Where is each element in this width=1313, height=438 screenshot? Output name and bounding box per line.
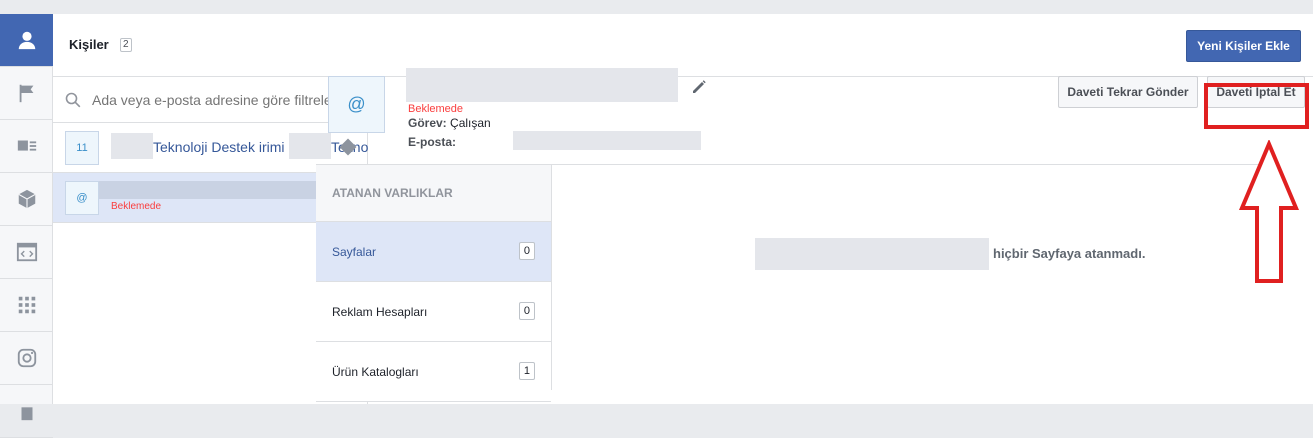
resend-invite-button[interactable]: Daveti Tekrar Gönder (1058, 76, 1198, 108)
add-people-button[interactable]: Yeni Kişiler Ekle (1186, 30, 1301, 62)
pencil-icon[interactable] (690, 78, 708, 96)
person-name: Teknoloji Destek irimi (153, 139, 285, 155)
asset-count: 0 (518, 242, 535, 260)
asset-item-pages[interactable]: Sayfalar 0 (316, 222, 551, 282)
instagram-icon (17, 348, 36, 368)
asset-item-ad-accounts[interactable]: Reklam Hesapları 0 (316, 282, 551, 342)
box-icon (17, 189, 36, 209)
asset-item-catalogs[interactable]: Ürün Katalogları 1 (316, 342, 551, 402)
sidebar-item-catalogs[interactable] (0, 173, 53, 226)
calendar-icon: 11 (65, 131, 99, 165)
pending-status: Beklemede (408, 103, 464, 115)
redacted-email (406, 68, 678, 102)
role-label: Görev: (408, 116, 447, 130)
role-value: Çalışan (450, 116, 491, 130)
person-icon (18, 31, 35, 50)
assigned-assets-panel: ATANAN VARLIKLAR Sayfalar 0 Reklam Hesap… (316, 165, 552, 402)
pending-status: Beklemede (111, 201, 162, 212)
grid-icon (18, 296, 35, 314)
person-detail-header: @ Beklemede Görev: Çalışan E-posta: Dave… (316, 64, 1305, 165)
flag-icon (19, 84, 33, 103)
ad-card-icon (17, 140, 36, 151)
email-row: E-posta: (408, 135, 456, 149)
page-title: Kişiler (69, 37, 109, 52)
sidebar-item-apps[interactable] (0, 279, 53, 332)
role-row: Görev: Çalışan (408, 116, 491, 130)
asset-label: Sayfalar (332, 245, 377, 259)
asset-count: 1 (518, 362, 535, 380)
asset-label: Ürün Katalogları (332, 365, 419, 379)
empty-state-message: hiçbir Sayfaya atanmadı. (993, 246, 1146, 261)
up-arrow-annotation (1238, 140, 1300, 283)
document-icon (21, 407, 32, 421)
redacted-email (99, 181, 321, 199)
redacted-email-value (513, 131, 701, 150)
sidebar-item-people[interactable] (0, 14, 53, 67)
redacted-name (111, 133, 153, 159)
sidebar-item-pixels[interactable] (0, 226, 53, 279)
asset-count: 0 (518, 302, 535, 320)
sidebar-item-more[interactable] (0, 385, 53, 438)
top-strip (0, 0, 1313, 14)
email-label: E-posta: (408, 135, 456, 149)
sidebar (0, 14, 53, 438)
sidebar-item-instagram[interactable] (0, 332, 53, 385)
highlight-box (1204, 83, 1309, 129)
redacted-name (755, 238, 989, 270)
search-icon (65, 92, 81, 108)
assets-title: ATANAN VARLIKLAR (316, 165, 551, 222)
sidebar-item-pages[interactable] (0, 67, 53, 120)
asset-label: Reklam Hesapları (332, 305, 428, 319)
sidebar-item-ad-accounts[interactable] (0, 120, 53, 173)
email-icon: @ (65, 181, 99, 215)
code-window-icon (16, 242, 37, 262)
people-count-badge: 2 (120, 38, 132, 52)
email-avatar: @ (328, 76, 385, 133)
